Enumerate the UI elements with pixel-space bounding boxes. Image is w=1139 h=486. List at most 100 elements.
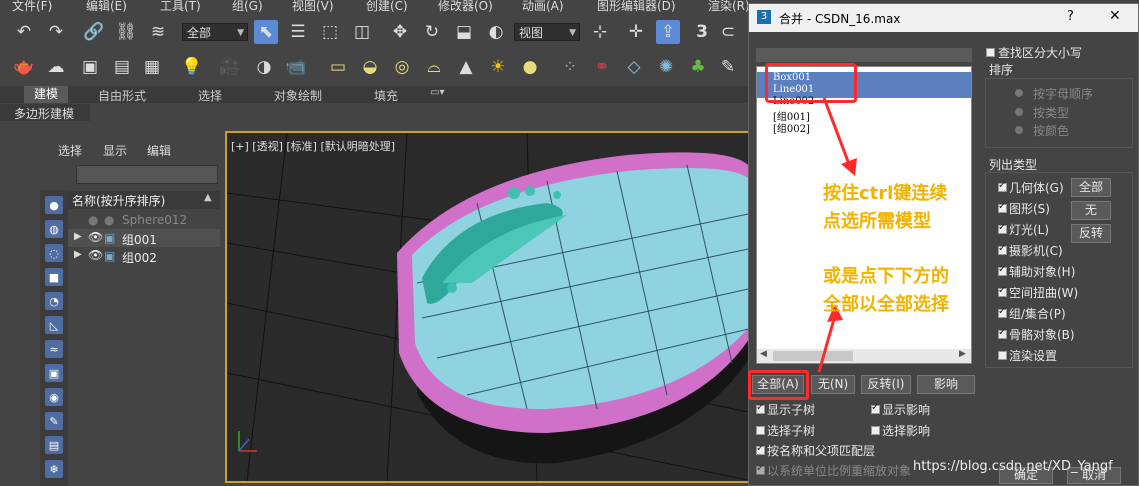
menu-animation[interactable]: 动画(A): [522, 0, 564, 14]
polygon-modeling-label[interactable]: 多边形建模: [14, 105, 74, 122]
render-settings-checkbox[interactable]: [998, 351, 1007, 360]
sort-type-radio[interactable]: [1015, 108, 1023, 116]
render-frame-icon[interactable]: ▣: [78, 55, 102, 79]
place-icon[interactable]: ◐: [484, 20, 508, 44]
sort-alpha-radio[interactable]: [1015, 89, 1023, 97]
case-sensitive-checkbox[interactable]: [986, 48, 995, 57]
keyboard-shortcut-icon[interactable]: ⇪: [656, 20, 680, 44]
menu-file[interactable]: 文件(F): [12, 0, 52, 14]
tab-populate[interactable]: 填充: [374, 87, 398, 104]
types-all-button[interactable]: 全部: [1071, 178, 1111, 197]
select-by-name-icon[interactable]: ☰: [286, 20, 310, 44]
particles-icon[interactable]: ⁘: [558, 55, 582, 79]
grass-icon[interactable]: ♣: [686, 55, 710, 79]
mesh-light-icon[interactable]: ⌓: [422, 55, 446, 79]
helper-filter-icon[interactable]: ◺: [45, 316, 63, 334]
window-crossing-icon[interactable]: ◫: [350, 20, 374, 44]
explorer-column-header[interactable]: 名称(按升序排序) ▲: [68, 191, 220, 209]
menu-view[interactable]: 视图(V): [292, 0, 334, 14]
menu-group[interactable]: 组(G): [232, 0, 263, 14]
tab-modeling[interactable]: 建模: [24, 86, 69, 103]
display-subtree-checkbox[interactable]: [756, 402, 765, 414]
molecule-icon[interactable]: ⚭: [590, 55, 614, 79]
bones-checkbox[interactable]: [998, 327, 1007, 339]
video-camera-icon[interactable]: 📹: [284, 55, 308, 79]
light-filter-icon[interactable]: ◔: [45, 292, 63, 310]
tab-selection[interactable]: 选择: [198, 87, 222, 104]
cameras-checkbox[interactable]: [998, 243, 1007, 255]
scroll-right-icon[interactable]: ▶: [959, 349, 966, 359]
unlink-icon[interactable]: ⛓: [114, 20, 138, 44]
sun-sky-icon[interactable]: ◑: [252, 55, 276, 79]
tab-freeform[interactable]: 自由形式: [98, 87, 146, 104]
sun-icon[interactable]: ☀: [486, 55, 510, 79]
menu-tools[interactable]: 工具(T): [160, 0, 201, 14]
disc-light-icon[interactable]: ●: [518, 55, 542, 79]
eye-icon[interactable]: 👁: [88, 248, 103, 262]
display-influences-checkbox[interactable]: [871, 402, 880, 414]
helpers-checkbox[interactable]: [998, 264, 1007, 276]
tab-object-paint[interactable]: 对象绘制: [274, 87, 322, 104]
move-icon[interactable]: ✥: [388, 20, 412, 44]
slate-editor-icon[interactable]: ▦: [140, 55, 164, 79]
explorer-row[interactable]: ▶ 👁 ▣ 组001: [68, 229, 220, 247]
selection-filter-dropdown[interactable]: 全部 ▼: [182, 23, 248, 41]
box-icon[interactable]: ◇: [622, 55, 646, 79]
shapes-checkbox[interactable]: [998, 201, 1007, 213]
explorer-search-input[interactable]: [76, 165, 218, 184]
spot-light-icon[interactable]: ▲: [454, 55, 478, 79]
geometry-filter-icon[interactable]: ◍: [45, 220, 63, 238]
light-bulb-icon[interactable]: 💡: [180, 55, 204, 79]
expand-arrow-icon[interactable]: ▶: [74, 249, 82, 260]
display-all-icon[interactable]: ●: [45, 196, 63, 214]
expand-arrow-icon[interactable]: ▶: [74, 231, 82, 242]
select-subtree-checkbox[interactable]: [756, 426, 765, 435]
rescale-objects-checkbox[interactable]: [756, 463, 765, 475]
explorer-menu-select[interactable]: 选择: [58, 142, 82, 159]
visibility-icon[interactable]: ●: [88, 213, 98, 227]
sphere-light-icon[interactable]: ◎: [390, 55, 414, 79]
plane-icon[interactable]: ▭: [326, 55, 350, 79]
shape-filter-icon[interactable]: ◌: [45, 244, 63, 262]
bone-filter-icon[interactable]: ✎: [45, 412, 63, 430]
pivot-center-icon[interactable]: ⊹: [588, 20, 612, 44]
spacewarps-checkbox[interactable]: [998, 285, 1007, 297]
snowflake-icon[interactable]: ❄: [45, 460, 63, 478]
cloud-icon[interactable]: ☁: [44, 55, 68, 79]
influences-button[interactable]: 影响: [917, 375, 975, 394]
camera-filter-icon[interactable]: ■: [45, 268, 63, 286]
spacewarp-filter-icon[interactable]: ≈: [45, 340, 63, 358]
types-none-button[interactable]: 无: [1071, 201, 1111, 220]
ribbon-options-icon[interactable]: ▭▾: [430, 87, 444, 98]
menu-rendering[interactable]: 渲染(R): [708, 0, 750, 14]
snap-toggle-icon[interactable]: 3: [690, 20, 714, 44]
menu-modifiers[interactable]: 修改器(O): [438, 0, 493, 14]
container-filter-icon[interactable]: ▤: [45, 436, 63, 454]
sort-color-radio[interactable]: [1015, 126, 1023, 134]
close-button[interactable]: ✕: [1109, 8, 1121, 24]
bind-spacewarp-icon[interactable]: ≋: [146, 20, 170, 44]
menu-edit[interactable]: 编辑(E): [86, 0, 127, 14]
select-manipulate-icon[interactable]: ✛: [624, 20, 648, 44]
rotate-icon[interactable]: ↻: [420, 20, 444, 44]
ref-coord-dropdown[interactable]: 视图 ▼: [514, 23, 580, 41]
help-button[interactable]: ?: [1067, 9, 1074, 24]
dome-icon[interactable]: ◒: [358, 55, 382, 79]
scale-icon[interactable]: ⬓: [452, 20, 476, 44]
scroll-left-icon[interactable]: ◀: [760, 349, 767, 359]
match-layers-checkbox[interactable]: [756, 443, 765, 455]
name-filter-input[interactable]: [756, 48, 972, 62]
xref-filter-icon[interactable]: ◉: [45, 388, 63, 406]
eye-icon[interactable]: 👁: [88, 230, 103, 244]
list-item[interactable]: [组002]: [773, 120, 810, 135]
geometry-checkbox[interactable]: [998, 180, 1007, 192]
rect-selection-icon[interactable]: ⬚: [318, 20, 342, 44]
redo-icon[interactable]: ↷: [44, 20, 68, 44]
teapot-icon[interactable]: 🫖: [12, 55, 36, 79]
groups-checkbox[interactable]: [998, 306, 1007, 318]
explorer-menu-edit[interactable]: 编辑: [147, 142, 171, 159]
camera-icon[interactable]: 🎥: [218, 55, 242, 79]
perspective-viewport[interactable]: [+] [透视] [标准] [默认明暗处理]: [225, 131, 755, 483]
group-filter-icon[interactable]: ▣: [45, 364, 63, 382]
menu-graph-editors[interactable]: 图形编辑器(D): [597, 0, 676, 14]
